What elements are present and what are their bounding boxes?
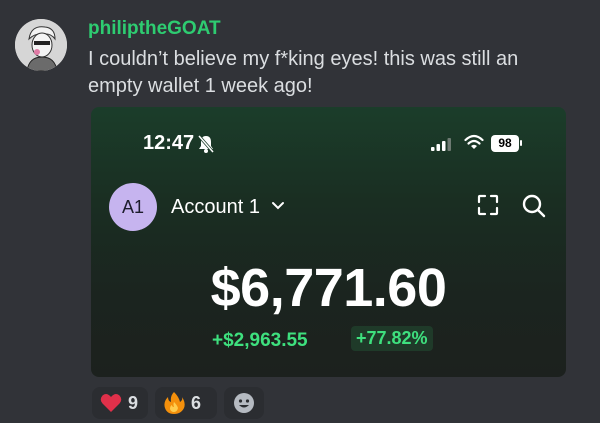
- account-avatar[interactable]: A1: [109, 183, 157, 231]
- balance-change: +$2,963.55: [212, 330, 308, 351]
- add-reaction-icon: [234, 393, 254, 413]
- fire-icon: [164, 392, 185, 414]
- reaction-fire[interactable]: 6: [155, 387, 217, 419]
- reaction-heart[interactable]: 9: [92, 387, 148, 419]
- heart-icon: [100, 394, 122, 412]
- wifi-icon: [464, 134, 484, 149]
- battery-nub: [520, 140, 522, 146]
- wallet-screenshot-image[interactable]: 12:47 98 A1 Account 1 $6,771.60 +$2,963.…: [91, 107, 566, 377]
- chevron-down-icon[interactable]: [271, 201, 285, 211]
- balance-change-percent: +77.82%: [351, 326, 433, 351]
- battery-level: 98: [491, 135, 519, 152]
- message-text: I couldn’t believe my f*king eyes! this …: [88, 48, 519, 97]
- search-icon[interactable]: [521, 193, 547, 219]
- reaction-count: 6: [191, 392, 202, 413]
- user-avatar[interactable]: [15, 19, 67, 71]
- signal-icon: [431, 138, 451, 151]
- wallet-balance: $6,771.60: [210, 258, 447, 318]
- username[interactable]: philiptheGOAT: [88, 18, 221, 40]
- reaction-count: 9: [128, 392, 139, 413]
- add-reaction-button[interactable]: [224, 387, 264, 419]
- scan-icon[interactable]: [477, 194, 499, 216]
- muted-bell-icon: [198, 135, 214, 153]
- status-time: 12:47: [143, 132, 195, 154]
- account-name[interactable]: Account 1: [171, 196, 260, 219]
